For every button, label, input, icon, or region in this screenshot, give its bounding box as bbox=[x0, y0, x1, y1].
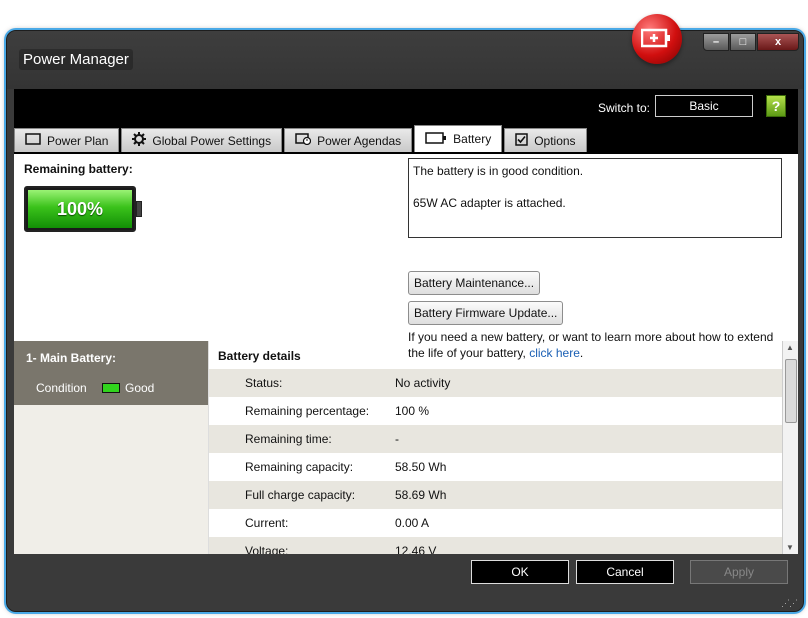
app-battery-badge-icon bbox=[632, 14, 682, 64]
details-scrollbar[interactable]: ▲ ▼ bbox=[782, 341, 798, 554]
detail-key: Status: bbox=[245, 376, 283, 390]
gear-icon bbox=[132, 132, 147, 149]
battery-name: 1- Main Battery: bbox=[26, 351, 117, 365]
battery-list-item-main[interactable]: 1- Main Battery: Condition Good bbox=[14, 341, 208, 405]
tab-options[interactable]: Options bbox=[504, 128, 587, 152]
battery-firmware-update-button[interactable]: Battery Firmware Update... bbox=[408, 301, 564, 325]
scroll-up-icon[interactable]: ▲ bbox=[786, 343, 794, 352]
detail-key: Remaining percentage: bbox=[245, 404, 370, 418]
help-icon[interactable]: ? bbox=[766, 95, 786, 117]
battery-condition-text: The battery is in good condition. bbox=[413, 164, 584, 178]
table-row: Voltage: 12.46 V bbox=[209, 537, 798, 554]
tab-power-agendas[interactable]: Power Agendas bbox=[284, 128, 413, 152]
detail-value: No activity bbox=[395, 376, 451, 390]
detail-key: Remaining capacity: bbox=[245, 460, 354, 474]
detail-value: 58.50 Wh bbox=[395, 460, 447, 474]
switch-to-label: Switch to: bbox=[598, 101, 651, 115]
detail-key: Full charge capacity: bbox=[245, 488, 356, 502]
clock-monitor-icon bbox=[295, 133, 312, 148]
resize-grip-icon[interactable]: ⋰⋰ bbox=[781, 598, 798, 609]
checkbox-icon bbox=[515, 132, 528, 149]
battery-details-panel: Battery details Status: No activity Remain… bbox=[208, 341, 798, 554]
table-row: Full charge capacity: 58.69 Wh bbox=[209, 481, 798, 509]
battery-status-box: The battery is in good condition. 65W AC… bbox=[408, 158, 782, 238]
close-button[interactable]: x bbox=[757, 33, 799, 51]
battery-level-fill: 100% bbox=[28, 190, 132, 228]
maximize-button[interactable]: □ bbox=[730, 33, 756, 51]
battery-tab-content: Remaining battery: 100% The battery is i… bbox=[14, 154, 798, 554]
scroll-down-icon[interactable]: ▼ bbox=[786, 543, 794, 552]
tab-label: Options bbox=[534, 133, 576, 148]
window-title: Power Manager bbox=[19, 49, 133, 70]
detail-value: 12.46 V bbox=[395, 544, 437, 554]
tab-power-plan[interactable]: Power Plan bbox=[14, 128, 120, 152]
tab-bar: Power Plan Global Power Settings Power A… bbox=[14, 125, 589, 154]
tab-global-power-settings[interactable]: Global Power Settings bbox=[121, 128, 283, 152]
table-row: Remaining capacity: 58.50 Wh bbox=[209, 453, 798, 481]
detail-key: Voltage: bbox=[245, 544, 289, 554]
apply-button[interactable]: Apply bbox=[690, 560, 788, 584]
battery-icon bbox=[425, 131, 447, 147]
tab-battery[interactable]: Battery bbox=[414, 125, 503, 152]
window-controls: – □ x bbox=[702, 33, 799, 51]
battery-gauge-terminal bbox=[136, 201, 142, 217]
header-bar: Switch to: Basic ? Power Plan Global Pow… bbox=[14, 89, 798, 154]
tab-label: Battery bbox=[453, 132, 492, 146]
condition-value: Good bbox=[125, 381, 155, 395]
table-row: Remaining percentage: 100 % bbox=[209, 397, 798, 425]
condition-row: Condition Good bbox=[26, 381, 196, 395]
ok-button[interactable]: OK bbox=[471, 560, 569, 584]
monitor-icon bbox=[25, 133, 41, 148]
battery-good-icon bbox=[102, 383, 120, 393]
table-row: Current: 0.00 A bbox=[209, 509, 798, 537]
detail-value: - bbox=[395, 432, 399, 446]
tab-label: Power Plan bbox=[47, 133, 109, 148]
switch-basic-button[interactable]: Basic bbox=[655, 95, 753, 117]
battery-gauge: 100% bbox=[24, 186, 136, 232]
battery-details-table: Status: No activity Remaining percentage: 1… bbox=[209, 369, 798, 554]
title-bar[interactable]: Power Manager – □ x bbox=[7, 31, 803, 89]
detail-value: 100 % bbox=[395, 404, 430, 418]
detail-value: 0.00 A bbox=[395, 516, 430, 530]
detail-key: Current: bbox=[245, 516, 289, 530]
scroll-thumb[interactable] bbox=[785, 359, 797, 423]
detail-key: Remaining time: bbox=[245, 432, 332, 446]
battery-details-title: Battery details bbox=[218, 349, 301, 363]
power-manager-window: Power Manager – □ x Switch to: Basic ? P… bbox=[6, 30, 804, 612]
detail-value: 58.69 Wh bbox=[395, 488, 447, 502]
footer-bar: OK Cancel Apply ⋰⋰ bbox=[7, 554, 803, 611]
tab-label: Global Power Settings bbox=[152, 133, 272, 148]
minimize-button[interactable]: – bbox=[703, 33, 729, 51]
table-row: Remaining time: - bbox=[209, 425, 798, 453]
tab-label: Power Agendas bbox=[317, 133, 402, 148]
battery-maintenance-button[interactable]: Battery Maintenance... bbox=[408, 271, 541, 295]
adapter-status-text: 65W AC adapter is attached. bbox=[413, 196, 566, 210]
condition-label: Condition bbox=[36, 381, 87, 395]
table-row: Status: No activity bbox=[209, 369, 798, 397]
cancel-button[interactable]: Cancel bbox=[576, 560, 674, 584]
remaining-battery-label: Remaining battery: bbox=[24, 162, 133, 176]
battery-list-panel: 1- Main Battery: Condition Good bbox=[14, 341, 208, 554]
